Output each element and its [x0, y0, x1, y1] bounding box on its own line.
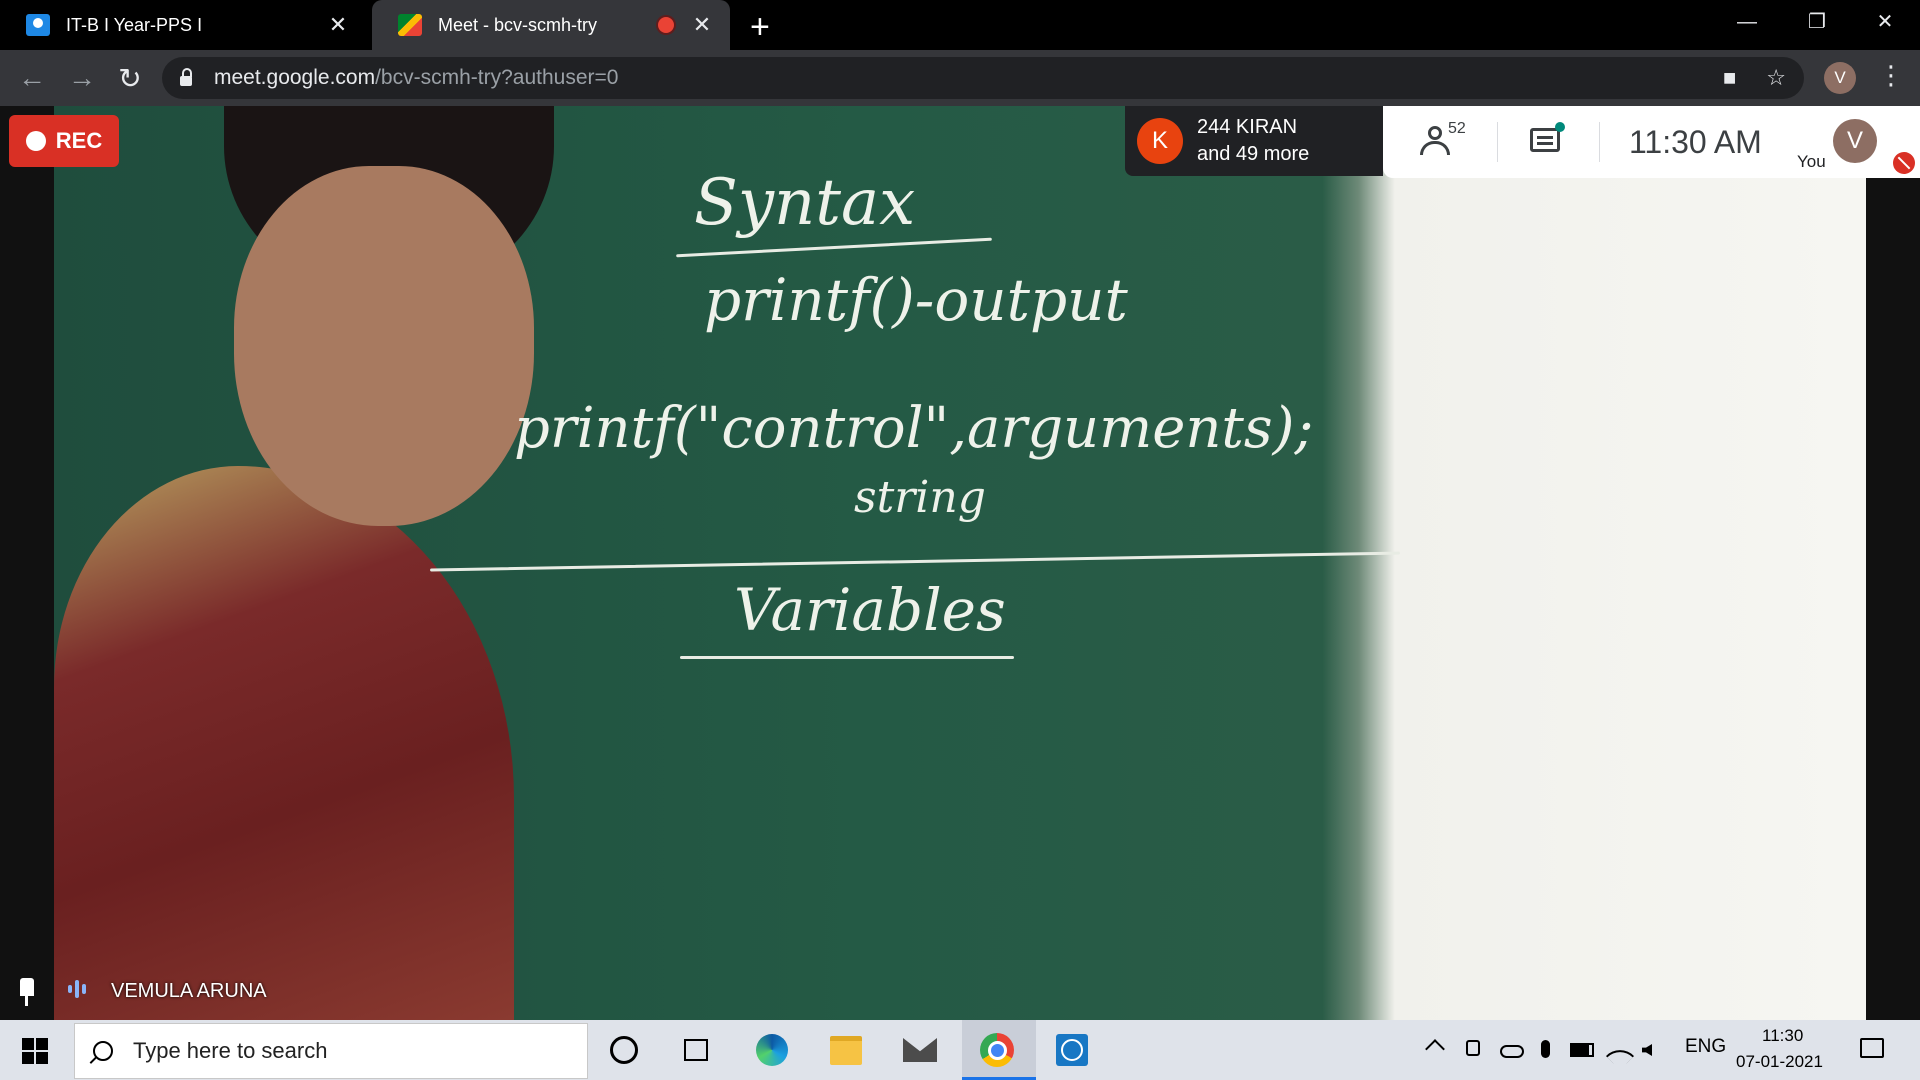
- lock-icon[interactable]: [180, 68, 192, 86]
- back-arrow-icon[interactable]: ←: [12, 62, 52, 94]
- board-text-printf-syntax: printf("control",arguments);: [514, 396, 1314, 461]
- meet-now-icon[interactable]: [1466, 1040, 1480, 1056]
- volume-icon[interactable]: [1642, 1044, 1652, 1056]
- profile-avatar[interactable]: V: [1824, 62, 1856, 94]
- show-hidden-icons-icon[interactable]: [1425, 1039, 1445, 1059]
- meet-icon: [398, 14, 422, 36]
- taskbar-date[interactable]: 07-01-2021: [1736, 1052, 1823, 1072]
- board-text-variables: Variables: [734, 576, 1006, 644]
- file-explorer-icon[interactable]: [828, 1032, 864, 1068]
- board-underline: [680, 656, 1014, 659]
- windows-start-icon[interactable]: [22, 1038, 48, 1064]
- mail-icon[interactable]: [902, 1032, 938, 1068]
- divider: [1599, 122, 1600, 162]
- chrome-icon[interactable]: [979, 1032, 1015, 1068]
- participant-name: 244 KIRAN: [1197, 116, 1298, 138]
- reload-icon[interactable]: ↻: [110, 62, 150, 95]
- presenter-video: Syntax printf()-output printf("control",…: [54, 106, 1866, 1020]
- forward-arrow-icon[interactable]: →: [62, 62, 102, 94]
- close-tab-icon[interactable]: ✕: [686, 12, 718, 38]
- rec-label: REC: [55, 128, 103, 153]
- board-text-printf-output: printf()-output: [704, 266, 1128, 334]
- recording-indicator-icon: [658, 17, 674, 33]
- board-underline: [676, 237, 992, 258]
- speaking-indicator-icon: [68, 980, 86, 998]
- cortana-icon[interactable]: [606, 1032, 642, 1068]
- participants-preview[interactable]: K 244 KIRAN and 49 more: [1125, 106, 1383, 176]
- board-text-string: string: [854, 472, 986, 523]
- meet-stage: Syntax printf()-output printf("control",…: [0, 106, 1920, 1020]
- language-indicator[interactable]: ENG: [1685, 1036, 1726, 1058]
- url-path: /bcv-scmh-try?authuser=0: [375, 66, 619, 89]
- browser-toolbar: ← → ↻ meet.google.com/bcv-scmh-try?authu…: [0, 50, 1920, 106]
- address-bar[interactable]: meet.google.com/bcv-scmh-try?authuser=0 …: [162, 57, 1804, 99]
- close-tab-icon[interactable]: ✕: [322, 12, 354, 38]
- onedrive-icon[interactable]: [1500, 1045, 1524, 1058]
- speaker-name: VEMULA ARUNA: [111, 980, 267, 1002]
- notifications-icon[interactable]: [1860, 1038, 1884, 1058]
- tab-meet[interactable]: Meet - bcv-scmh-try ✕: [372, 0, 730, 50]
- participants-summary: 244 KIRAN and 49 more: [1197, 114, 1309, 168]
- tab-title: Meet - bcv-scmh-try: [438, 14, 598, 35]
- url-host: meet.google.com: [214, 66, 376, 89]
- recording-badge: REC: [9, 115, 119, 167]
- restore-icon[interactable]: ❐: [1782, 0, 1852, 44]
- new-tab-button[interactable]: +: [750, 8, 770, 47]
- close-window-icon[interactable]: ✕: [1850, 0, 1920, 44]
- board-divider: [430, 551, 1400, 572]
- camera-icon[interactable]: ■: [1723, 65, 1736, 91]
- meeting-clock: 11:30 AM: [1629, 124, 1762, 160]
- minimize-icon[interactable]: —: [1712, 0, 1782, 44]
- unread-dot: [1555, 122, 1565, 132]
- self-label: You: [1797, 152, 1826, 171]
- search-icon: [93, 1041, 113, 1061]
- chat-icon[interactable]: [1530, 128, 1560, 152]
- mic-off-icon: [1893, 152, 1915, 174]
- battery-icon[interactable]: [1570, 1043, 1594, 1057]
- edge-icon[interactable]: [754, 1032, 790, 1068]
- more-menu-icon[interactable]: ⋮: [1878, 60, 1904, 91]
- participant-avatar: K: [1137, 118, 1183, 164]
- windows-taskbar: Type here to search ENG 11:30 07-01-2021: [0, 1020, 1920, 1080]
- search-placeholder: Type here to search: [133, 1038, 328, 1063]
- wifi-icon[interactable]: [1605, 1041, 1635, 1071]
- taskbar-time[interactable]: 11:30: [1762, 1026, 1803, 1046]
- presenter-face: [234, 166, 534, 526]
- presenter-body: [54, 466, 514, 1020]
- self-avatar[interactable]: V: [1833, 119, 1877, 163]
- people-count: 52: [1448, 120, 1466, 137]
- pin-icon[interactable]: [20, 978, 34, 1006]
- whatsapp-icon[interactable]: [1054, 1032, 1090, 1068]
- url-text: meet.google.com/bcv-scmh-try?authuser=0: [214, 66, 618, 90]
- meet-top-bar: 52 11:30 AM You V: [1383, 106, 1920, 178]
- divider: [1497, 122, 1498, 162]
- record-icon: [25, 131, 46, 151]
- microphone-icon[interactable]: [1541, 1040, 1550, 1058]
- classroom-icon: [26, 14, 50, 36]
- browser-tab-strip: IT-B I Year-PPS I ✕ Meet - bcv-scmh-try …: [0, 0, 1920, 50]
- tab-title: IT-B I Year-PPS I: [66, 14, 203, 35]
- tab-classroom[interactable]: IT-B I Year-PPS I ✕: [0, 0, 366, 50]
- task-view-icon[interactable]: [678, 1032, 714, 1068]
- bookmark-star-icon[interactable]: ☆: [1766, 65, 1786, 91]
- taskbar-search-box[interactable]: Type here to search: [74, 1023, 588, 1079]
- board-text-syntax: Syntax: [694, 166, 916, 240]
- more-participants-label: and 49 more: [1197, 143, 1310, 165]
